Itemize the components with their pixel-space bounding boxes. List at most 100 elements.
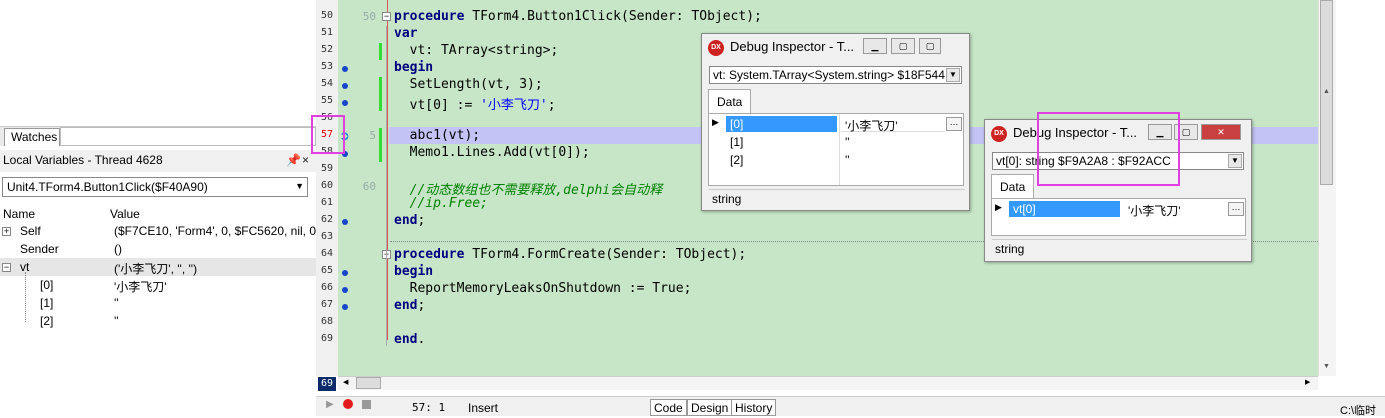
variable-row-vt[interactable]: − vt ('小李飞刀', '', '') [0,258,316,276]
code-line[interactable]: begin [394,264,433,279]
code-line[interactable]: //ip.Free; [394,196,488,211]
line-number: 52 [320,44,334,55]
edit-mode: Insert [468,401,499,415]
code-line[interactable]: abc1(vt); [394,128,480,143]
column-header-name[interactable]: Name [3,207,35,221]
debug-inspector-window-1[interactable]: DX Debug Inspector - T... ▁ ▢ ▢ vt: Syst… [701,33,970,211]
breakpoint-dot-icon[interactable] [342,304,348,310]
inspector-row-name[interactable]: vt[0] [1009,201,1120,217]
watches-area[interactable] [60,127,316,146]
inspector-row-value[interactable]: '小李飞刀' [841,116,945,133]
modified-line-bar [379,145,382,162]
maximize-button[interactable]: ▢ [891,38,915,54]
watches-tab[interactable]: Watches [4,128,60,146]
variable-row-vt-1[interactable]: [1] '' [0,294,316,312]
breakpoint-dot-icon[interactable] [342,270,348,276]
chevron-down-icon[interactable]: ▼ [1228,154,1242,168]
code-line[interactable]: SetLength(vt, 3); [394,77,543,92]
tab-history[interactable]: History [731,399,777,416]
tab-data[interactable]: Data [991,174,1035,198]
inspector-expression-combo[interactable]: vt: System.TArray<System.string> $18F544… [709,66,962,84]
chevron-down-icon[interactable]: ▼ [946,68,960,82]
breakpoint-dot-icon[interactable] [342,219,348,225]
scroll-up-icon[interactable]: ▲ [1323,88,1330,95]
inspector-row-name[interactable]: [1] [726,134,837,150]
restore-button[interactable]: ▢ [919,38,941,54]
thread-select[interactable]: Unit4.TForm4.Button1Click($F40A90) ▼ [2,177,308,197]
inspector-row-name[interactable]: [0] [726,116,837,132]
line-number: 59 [320,163,334,174]
code-line[interactable]: Memo1.Lines.Add(vt[0]); [394,145,590,160]
modified-line-bar [379,77,382,94]
code-line[interactable]: var [394,26,417,41]
code-line[interactable]: ReportMemoryLeaksOnShutdown := True; [394,281,692,296]
scroll-left-icon[interactable]: ◀ [343,378,348,386]
line-number: 53 [320,61,334,72]
close-button[interactable]: ✕ [1201,124,1241,140]
code-line[interactable]: end. [394,332,425,347]
expand-icon[interactable]: + [2,227,11,236]
horizontal-scroll-thumb[interactable] [356,377,381,389]
code-line[interactable]: end; [394,213,425,228]
play-icon[interactable]: ▶ [326,399,334,410]
variable-row-sender[interactable]: Sender () [0,240,316,258]
line-number: 66 [320,282,334,293]
variable-value: '小李飞刀' [114,280,167,294]
margin-line [387,0,388,340]
code-line[interactable]: procedure TForm4.FormCreate(Sender: TObj… [394,247,746,262]
code-line[interactable]: begin [394,60,433,75]
row-pointer-icon: ▶ [995,202,1002,212]
chevron-down-icon: ▼ [295,181,304,191]
inspector-type: string [709,189,965,207]
stop-icon[interactable] [362,400,371,409]
collapse-icon[interactable]: − [2,263,11,272]
variable-row-self[interactable]: + Self ($F7CE10, 'Form4', 0, $FC5620, ni… [0,222,326,240]
inspector-row-name[interactable]: [2] [726,152,837,168]
record-icon[interactable] [343,399,353,409]
ellipsis-button[interactable]: … [1228,202,1244,216]
line-number: 50 [320,10,334,21]
breakpoint-dot-icon[interactable] [342,100,348,106]
tab-design[interactable]: Design [687,399,733,416]
tab-data[interactable]: Data [708,89,752,113]
code-line[interactable]: vt[0] := '小李飞刀'; [394,94,556,113]
ellipsis-button[interactable]: … [946,117,962,131]
variable-row-vt-0[interactable]: [0] '小李飞刀' [0,276,316,294]
code-line[interactable]: vt: TArray<string>; [394,43,559,58]
line-number: 54 [320,78,334,89]
horizontal-scrollbar[interactable] [338,376,1318,390]
breakpoint-dot-icon[interactable] [342,83,348,89]
column-divider [839,114,840,185]
minimize-button[interactable]: ▁ [863,38,887,54]
breakpoint-dot-icon[interactable] [342,287,348,293]
variable-value: ('小李飞刀', '', '') [114,262,198,276]
dx-logo-icon: DX [708,40,724,56]
modified-line-bar [379,94,382,111]
variable-name: [0] [40,278,54,292]
row-pointer-icon: ▶ [712,117,719,127]
right-edge-panel [1336,0,1385,416]
code-line[interactable]: end; [394,298,425,313]
close-icon[interactable]: × [302,153,309,167]
inspector-row-value[interactable]: '小李飞刀' [1124,201,1228,218]
scroll-down-icon[interactable]: ▼ [1323,363,1330,370]
dx-logo-icon: DX [991,126,1007,142]
line-number: 62 [320,214,334,225]
variable-name: Sender [20,242,59,256]
column-header-value[interactable]: Value [110,207,140,221]
inspector-row-value[interactable]: '' [841,152,945,168]
breakpoint-dot-icon[interactable] [342,66,348,72]
line-number: 65 [320,265,334,276]
code-line[interactable]: procedure TForm4.Button1Click(Sender: TO… [394,9,762,24]
variable-row-vt-2[interactable]: [2] '' [0,312,316,330]
inspector-row-value[interactable]: '' [841,134,945,150]
fold-icon[interactable]: − [382,12,391,21]
line-number: 55 [320,95,334,106]
scroll-right-icon[interactable]: ▶ [1305,378,1310,386]
line-69-badge: 69 [318,377,336,391]
pin-icon[interactable]: 📌 [286,153,301,167]
line-marker-label: 60 [362,180,376,193]
tab-code[interactable]: Code [650,399,687,416]
line-number: 69 [320,333,334,344]
line-number: 68 [320,316,334,327]
